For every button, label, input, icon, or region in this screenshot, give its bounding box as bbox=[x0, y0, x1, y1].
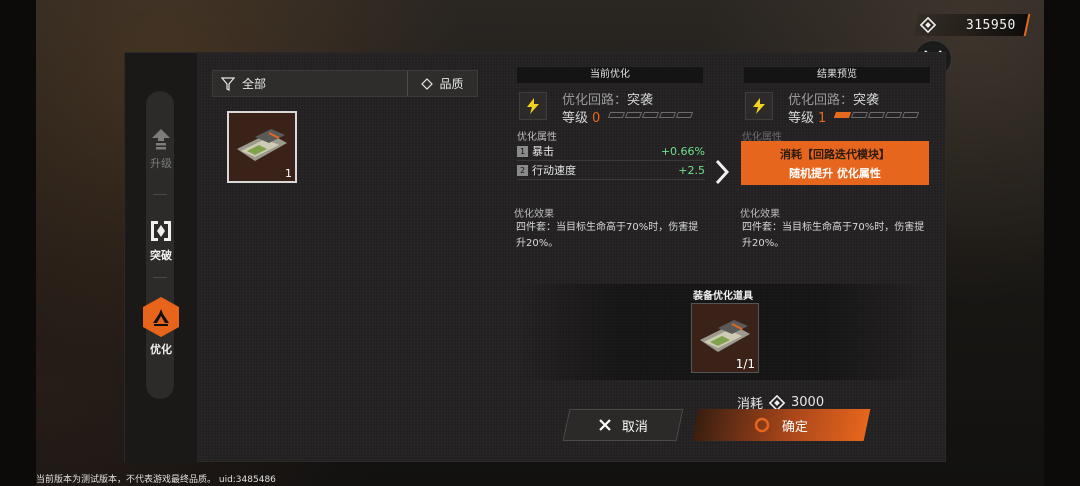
preview-circuit-value: 突袭 bbox=[853, 93, 880, 108]
attr-row: 2 行动速度 +2.5 bbox=[517, 161, 705, 179]
level-pip bbox=[658, 112, 677, 118]
level-pip-filled bbox=[833, 112, 852, 118]
current-effect-title: 优化效果 bbox=[514, 209, 554, 220]
currency-value: 315950 bbox=[966, 17, 1016, 33]
right-letterbox bbox=[1044, 0, 1080, 486]
level-pip bbox=[641, 112, 660, 118]
confirm-button[interactable]: 确定 bbox=[691, 409, 871, 441]
nav-upgrade-label: 升级 bbox=[150, 157, 172, 170]
nav-divider bbox=[153, 277, 167, 278]
optimize-tool-count: 1/1 bbox=[735, 357, 755, 371]
preview-level-value: 1 bbox=[818, 111, 827, 126]
consume-line-1: 消耗【回路迭代模块】 bbox=[780, 147, 890, 161]
nav-breakthrough-label: 突破 bbox=[150, 249, 172, 262]
filter-all-label: 全部 bbox=[242, 77, 267, 91]
current-circuit-value: 突袭 bbox=[627, 93, 654, 108]
preview-effect-title: 优化效果 bbox=[740, 209, 780, 220]
result-preview-header: 结果预览 bbox=[744, 67, 930, 83]
cancel-label: 取消 bbox=[621, 419, 648, 435]
current-level-value: 0 bbox=[592, 111, 601, 126]
sort-quality-label: 品质 bbox=[439, 77, 464, 91]
currency-display: 315950 bbox=[913, 14, 1031, 36]
optimize-tool-title: 装备优化道具 bbox=[693, 291, 753, 302]
level-pip bbox=[675, 112, 694, 118]
currency-diamond-icon bbox=[920, 17, 936, 33]
attr-row: 1 暴击 +0.66% bbox=[517, 142, 705, 160]
consume-module-banner: 消耗【回路迭代模块】 随机提升 优化属性 bbox=[741, 141, 929, 185]
current-level-label: 等级 bbox=[562, 111, 589, 126]
preview-level-label: 等级 bbox=[788, 111, 815, 126]
filter-all-button[interactable]: 全部 bbox=[213, 71, 407, 96]
optimize-icon bbox=[153, 309, 169, 326]
inventory-item[interactable]: 1 bbox=[227, 111, 297, 183]
attr-name: 暴击 bbox=[532, 145, 554, 158]
lightning-icon bbox=[753, 98, 765, 114]
preview-circuit-label: 优化回路： bbox=[788, 93, 854, 108]
nav-optimize[interactable]: 优化 bbox=[125, 297, 197, 357]
sidebar: 升级 突破 优化 bbox=[125, 53, 197, 463]
confirm-label: 确定 bbox=[781, 419, 808, 435]
nav-divider bbox=[153, 194, 167, 195]
preview-circuit-badge bbox=[745, 92, 773, 120]
cost-value: 3000 bbox=[791, 395, 825, 410]
filter-funnel-icon bbox=[221, 76, 235, 91]
level-pip bbox=[607, 112, 626, 118]
attr-name: 行动速度 bbox=[532, 164, 576, 177]
current-level: 等级 0 bbox=[562, 107, 600, 126]
sort-quality-button[interactable]: 品质 bbox=[407, 71, 477, 96]
attr-value: +2.5 bbox=[678, 163, 705, 177]
test-version-notice: 当前版本为测试版本，不代表游戏最终品质。 uid:3485486 bbox=[36, 475, 276, 485]
sort-diamond-icon bbox=[421, 77, 434, 90]
filter-bar: 全部 品质 bbox=[212, 70, 478, 97]
upgrade-arrow-icon bbox=[152, 129, 170, 150]
level-pip bbox=[901, 112, 920, 118]
current-attr-title: 优化属性 bbox=[517, 132, 557, 143]
level-pip bbox=[624, 112, 643, 118]
nav-upgrade[interactable]: 升级 bbox=[125, 127, 197, 171]
current-level-pips bbox=[607, 112, 694, 118]
level-pip bbox=[884, 112, 903, 118]
preview-level-pips bbox=[833, 112, 920, 118]
optimize-tool-item[interactable]: 1/1 bbox=[691, 303, 759, 373]
equipment-optimize-panel: 升级 突破 优化 全部 品质 1 当前优化 优化回路：突袭 等级 0 优化属性 … bbox=[124, 52, 946, 463]
optimize-hex-badge bbox=[143, 297, 179, 337]
current-circuit: 优化回路：突袭 bbox=[562, 89, 653, 108]
inventory-item-count: 1 bbox=[285, 167, 292, 180]
current-circuit-badge bbox=[519, 92, 547, 120]
attr-index: 2 bbox=[517, 164, 528, 176]
breakthrough-icon bbox=[151, 221, 171, 241]
circle-confirm-icon bbox=[754, 417, 770, 433]
level-pip bbox=[867, 112, 886, 118]
preview-effect-text: 四件套：当目标生命高于70%时，伤害提升20%。 bbox=[742, 222, 925, 249]
attr-value: +0.66% bbox=[660, 144, 705, 158]
current-circuit-label: 优化回路： bbox=[562, 93, 628, 108]
optimize-tool-section: 装备优化道具 1/1 bbox=[517, 284, 929, 380]
attr-divider bbox=[517, 179, 705, 180]
preview-level: 等级 1 bbox=[788, 107, 826, 126]
attr-index: 1 bbox=[517, 145, 528, 157]
current-optimize-header: 当前优化 bbox=[517, 67, 703, 83]
left-letterbox bbox=[0, 0, 36, 486]
nav-optimize-label: 优化 bbox=[150, 343, 172, 356]
preview-circuit: 优化回路：突袭 bbox=[788, 89, 879, 108]
cancel-button[interactable]: 取消 bbox=[562, 409, 684, 441]
nav-breakthrough[interactable]: 突破 bbox=[125, 219, 197, 263]
current-effect-text: 四件套：当目标生命高于70%时，伤害提升20%。 bbox=[516, 222, 699, 249]
lightning-icon bbox=[527, 98, 539, 114]
level-pip bbox=[850, 112, 869, 118]
close-icon bbox=[599, 419, 611, 431]
consume-line-2: 随机提升 优化属性 bbox=[789, 166, 881, 180]
chevron-right-icon bbox=[715, 159, 730, 185]
